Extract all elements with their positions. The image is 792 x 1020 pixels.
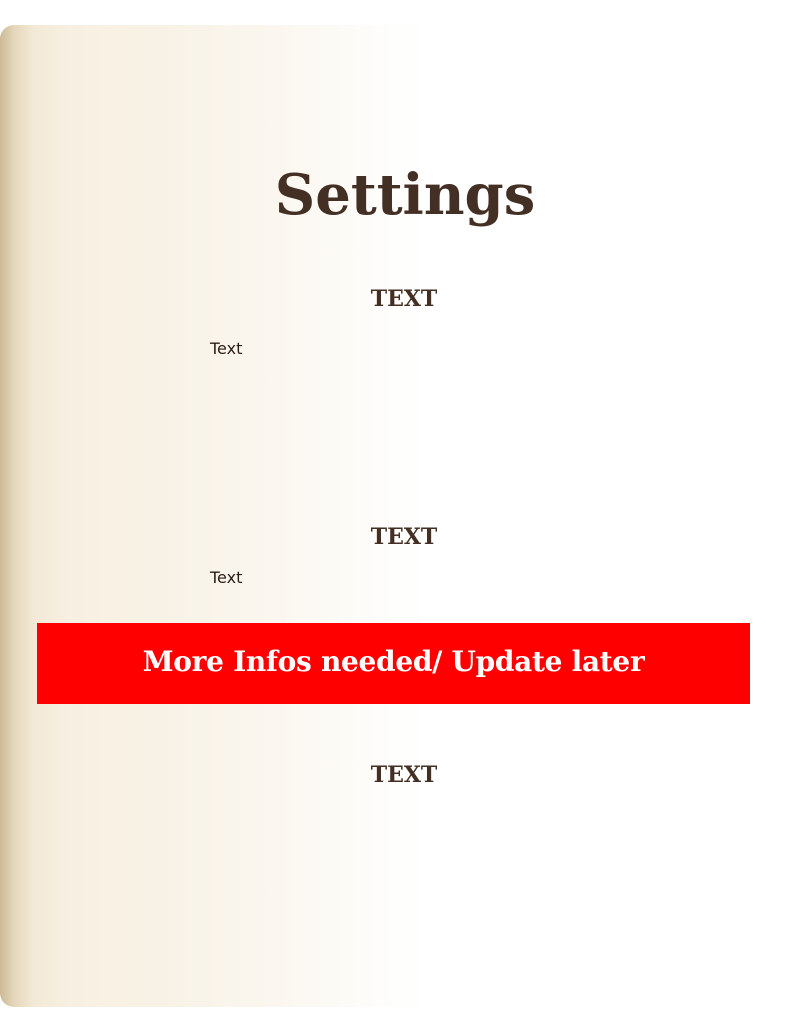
- section-1-heading: TEXT: [370, 286, 438, 312]
- section-1-text: Text: [210, 339, 243, 358]
- section-2-heading: TEXT: [370, 524, 438, 550]
- section-3-heading: TEXT: [370, 762, 438, 788]
- update-notice-text: More Infos needed/ Update later: [142, 645, 645, 678]
- update-notice-banner: More Infos needed/ Update later: [37, 623, 750, 704]
- page-title: Settings: [274, 162, 536, 228]
- section-2-text: Text: [210, 568, 243, 587]
